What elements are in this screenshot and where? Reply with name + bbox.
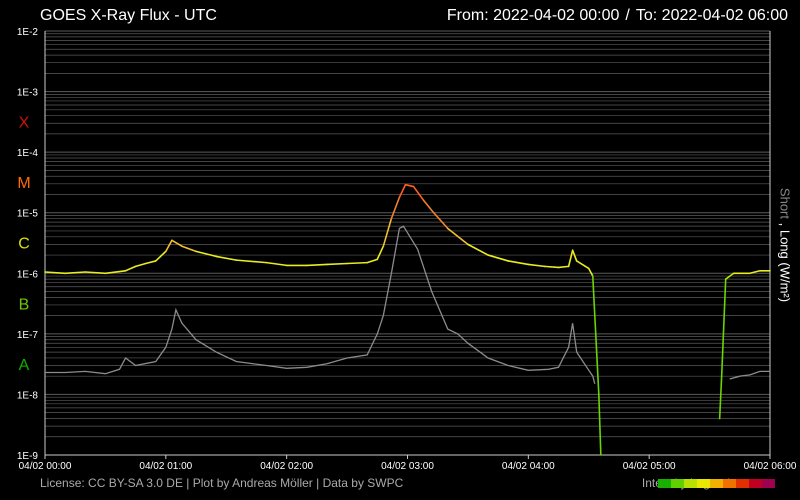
time-range: From: 2022-04-02 00:00 / To: 2022-04-02 06… xyxy=(447,7,788,25)
long-series-segment xyxy=(154,250,167,262)
long-series-segment xyxy=(720,278,727,377)
long-series-segment xyxy=(382,217,393,248)
data-series xyxy=(44,183,771,456)
x-tick-label: 04/02 02:00 xyxy=(260,461,313,472)
long-series-segment xyxy=(557,265,570,269)
intensity-legend: Intensity Legend xyxy=(642,476,775,490)
legend-swatch xyxy=(697,478,710,488)
y-tick-label: 1E-7 xyxy=(17,330,39,341)
axis-title-short: Short xyxy=(777,187,793,219)
long-series-segment xyxy=(422,199,435,214)
long-series-segment xyxy=(376,245,385,261)
legend-swatch xyxy=(710,478,723,488)
long-series-segment xyxy=(571,249,578,262)
long-series-segment xyxy=(575,260,590,270)
legend-swatch xyxy=(762,478,775,488)
long-series-segment xyxy=(195,250,217,258)
axis-title-comma: , xyxy=(777,219,793,230)
long-series-segment xyxy=(543,265,560,269)
long-series-segment xyxy=(412,185,425,202)
long-series-segment xyxy=(134,262,147,268)
x-tick-label: 04/02 05:00 xyxy=(623,461,676,472)
long-series-segment xyxy=(235,259,268,264)
axis-title-long: Long (W/m²) xyxy=(777,229,793,303)
flare-class-B: B xyxy=(19,296,30,313)
x-tick-label: 04/02 04:00 xyxy=(502,461,555,472)
long-series-segment xyxy=(306,263,328,267)
range-from: From: 2022-04-02 00:00 xyxy=(446,7,620,24)
flare-class-A: A xyxy=(19,357,30,374)
short-series-line xyxy=(729,370,770,380)
chart-title: GOES X-Ray Flux - UTC xyxy=(40,7,217,24)
legend-swatch xyxy=(736,478,749,488)
long-series-segment xyxy=(527,263,546,268)
long-series-segment xyxy=(587,267,594,277)
long-series-segment xyxy=(507,260,530,266)
long-series-segment xyxy=(346,261,369,265)
flare-class-C: C xyxy=(18,236,30,253)
x-tick-label: 04/02 01:00 xyxy=(139,461,192,472)
y-axis-title: Short , Long (W/m²) xyxy=(778,188,793,302)
legend-color-bar xyxy=(658,478,775,488)
long-series-segment xyxy=(171,239,183,248)
x-tick-labels: 04/02 00:00 04/02 01:00 04/02 02:00 04/02 0… xyxy=(19,455,797,472)
long-series-segment xyxy=(124,265,137,272)
long-series-segment xyxy=(215,255,238,261)
flare-class-M: M xyxy=(17,175,30,192)
long-series-segment xyxy=(467,243,489,256)
legend-swatch xyxy=(671,478,684,488)
chart-grid xyxy=(44,30,771,456)
long-series-segment xyxy=(591,275,600,396)
y-tick-label: 1E-8 xyxy=(17,390,39,401)
long-series-segment xyxy=(398,183,407,199)
long-series-segment xyxy=(718,375,723,420)
x-tick-label: 04/02 06:00 xyxy=(744,461,797,472)
license-footer: License: CC BY-SA 3.0 DE | Plot by Andre… xyxy=(40,476,404,490)
range-separator: / xyxy=(625,7,630,24)
legend-swatch xyxy=(749,478,762,488)
long-series-segment xyxy=(567,249,574,268)
long-series-segment xyxy=(265,261,288,267)
y-tick-label: 1E-3 xyxy=(17,88,39,99)
long-series-segment xyxy=(181,245,197,253)
legend-swatch xyxy=(684,478,697,488)
legend-swatch xyxy=(723,478,736,488)
y-tick-label: 1E-6 xyxy=(17,269,39,280)
long-series-segment xyxy=(326,262,348,266)
x-tick-label: 04/02 03:00 xyxy=(381,461,434,472)
long-series-segment xyxy=(144,260,157,265)
y-tick-label: 1E-4 xyxy=(17,148,39,159)
legend-swatch xyxy=(658,478,671,488)
long-series-segment xyxy=(404,183,415,188)
x-tick-label: 04/02 00:00 xyxy=(19,461,72,472)
xray-flux-chart: 1E-21E-31E-41E-51E-61E-71E-81E-9 04/02 0… xyxy=(17,27,797,472)
y-tick-label: 1E-5 xyxy=(17,209,39,220)
long-series-segment xyxy=(366,258,379,264)
long-series-segment xyxy=(487,254,509,262)
range-to: To: 2022-04-02 06:00 xyxy=(635,7,788,24)
long-series-segment xyxy=(165,239,173,253)
y-tick-label: 1E-2 xyxy=(17,27,39,38)
flare-class-X: X xyxy=(19,115,30,132)
